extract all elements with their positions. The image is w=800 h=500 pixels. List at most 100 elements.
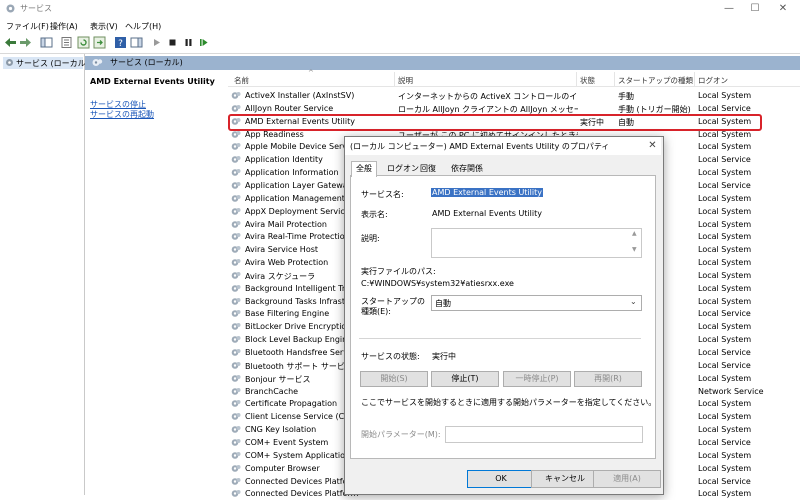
back-arrow-icon[interactable] [4,36,17,49]
column-separator[interactable] [694,72,695,86]
dialog-close-button[interactable]: ✕ [644,137,661,155]
service-gear-icon [231,349,241,356]
service-gear-icon [231,233,241,241]
startup-type-select[interactable] [431,295,642,311]
row-logon: Local System [698,373,752,383]
show-action-pane-icon[interactable] [130,36,143,49]
stop-service-icon[interactable] [166,36,179,49]
row-name: AllJoyn Router Service [245,103,334,113]
row-logon: Local System [698,463,752,473]
service-gear-icon [231,323,241,331]
service-gear-icon [231,336,241,343]
service-gear-icon [231,374,241,382]
service-gear-icon [231,310,241,318]
service-status-label: サービスの状態: [361,352,420,361]
restart-service-icon[interactable] [197,36,210,49]
column-separator[interactable] [394,72,395,86]
service-gear-icon [231,464,241,472]
column-header-description[interactable]: 説明 [398,75,413,86]
startup-type-value: 自動 [435,299,451,308]
table-row[interactable]: ActiveX Installer (AxInstSV) インターネットからの A… [228,89,800,102]
row-logon: Local Service [698,103,751,113]
pane-header-title: サービス (ローカル) [110,58,183,67]
apply-button[interactable]: 適用(A) [593,470,661,488]
service-gear-icon [231,413,241,421]
pause-button[interactable]: 一時停止(P) [503,371,571,387]
pane-header [85,56,800,70]
title-bar [0,0,800,18]
minimize-button[interactable]: — [716,0,742,18]
dialog-title: (ローカル コンピューター) AMD External Events Utili… [350,142,610,151]
row-logon: Local System [698,142,752,152]
stop-button[interactable]: 停止(T) [431,371,499,387]
description-field[interactable] [431,228,642,258]
menu-bar [0,18,800,33]
menu-help[interactable]: ヘルプ(H) [125,21,161,32]
column-header-startup-type[interactable]: スタートアップの種類 [618,75,693,86]
restart-service-link[interactable]: サービスの再起動 [90,109,154,120]
row-logon: Local System [698,412,752,422]
row-description: インターネットからの ActiveX コントロールのインストー... [398,92,578,101]
row-logon: Local System [698,219,752,229]
start-service-icon[interactable] [150,36,163,49]
row-logon: Local Service [698,180,751,190]
display-name-value[interactable]: AMD External Events Utility [432,209,542,218]
menu-action[interactable]: 操作(A) [50,21,78,32]
service-gear-icon [231,271,241,279]
display-name-label: 表示名: [361,210,388,219]
row-logon: Local System [698,258,752,268]
selected-service-title: AMD External Events Utility [90,77,215,86]
service-gear-icon [231,361,241,369]
close-button[interactable]: ✕ [770,0,796,18]
column-separator[interactable] [614,72,615,86]
row-name: ActiveX Installer (AxInstSV) [245,91,355,100]
tree-item-label: サービス (ローカル) [16,59,89,68]
row-logon: Local System [698,245,752,255]
row-logon: Local System [698,91,752,100]
services-app-icon [6,4,15,13]
row-logon: Local Service [698,437,751,447]
scroll-down-icon[interactable]: ▼ [632,246,637,253]
table-row[interactable]: AllJoyn Router Service ローカル AllJoyn クライアン… [228,102,800,115]
services-gear-icon [6,59,13,66]
service-gear-icon [231,220,241,228]
tab-dependencies[interactable]: 依存関係 [447,162,487,175]
cancel-button[interactable]: キャンセル [531,470,599,488]
help-icon[interactable]: ? [114,36,127,49]
service-gear-icon [231,181,241,189]
row-logon: Local System [698,296,752,306]
column-header-logon[interactable]: ログオン [698,75,728,86]
service-name-value[interactable]: AMD External Events Utility [431,188,543,197]
description-label: 説明: [361,234,380,243]
properties-icon[interactable] [60,36,73,49]
start-parameters-input[interactable] [445,426,643,443]
row-logon: Local System [698,425,752,435]
service-status-value: 実行中 [432,352,456,361]
maximize-button[interactable]: ☐ [742,0,768,18]
row-logon: Local System [698,322,752,332]
menu-file[interactable]: ファイル(F) [6,21,49,32]
column-header-name[interactable]: 名前 [234,75,249,86]
start-button[interactable]: 開始(S) [360,371,428,387]
row-logon: Local Service [698,348,751,357]
scroll-up-icon[interactable]: ▲ [632,230,637,237]
ok-button[interactable]: OK [467,470,535,488]
forward-arrow-icon[interactable] [19,36,32,49]
service-gear-icon [231,246,241,253]
service-gear-icon [231,194,241,202]
pause-service-icon[interactable] [182,36,195,49]
refresh-icon[interactable] [77,36,90,49]
tab-recovery[interactable]: 回復 [416,162,440,175]
row-logon: Network Service [698,386,764,396]
service-gear-icon [231,426,241,433]
console-tree-icon[interactable] [40,36,53,49]
service-gear-icon [231,104,241,112]
tab-general[interactable]: 全般 [351,161,377,177]
resume-button[interactable]: 再開(R) [574,371,642,387]
export-list-icon[interactable] [93,36,106,49]
column-header-status[interactable]: 状態 [580,75,595,86]
service-gear-icon [231,387,241,395]
menu-view[interactable]: 表示(V) [90,21,118,32]
column-separator[interactable] [576,72,577,86]
divider [359,338,641,339]
